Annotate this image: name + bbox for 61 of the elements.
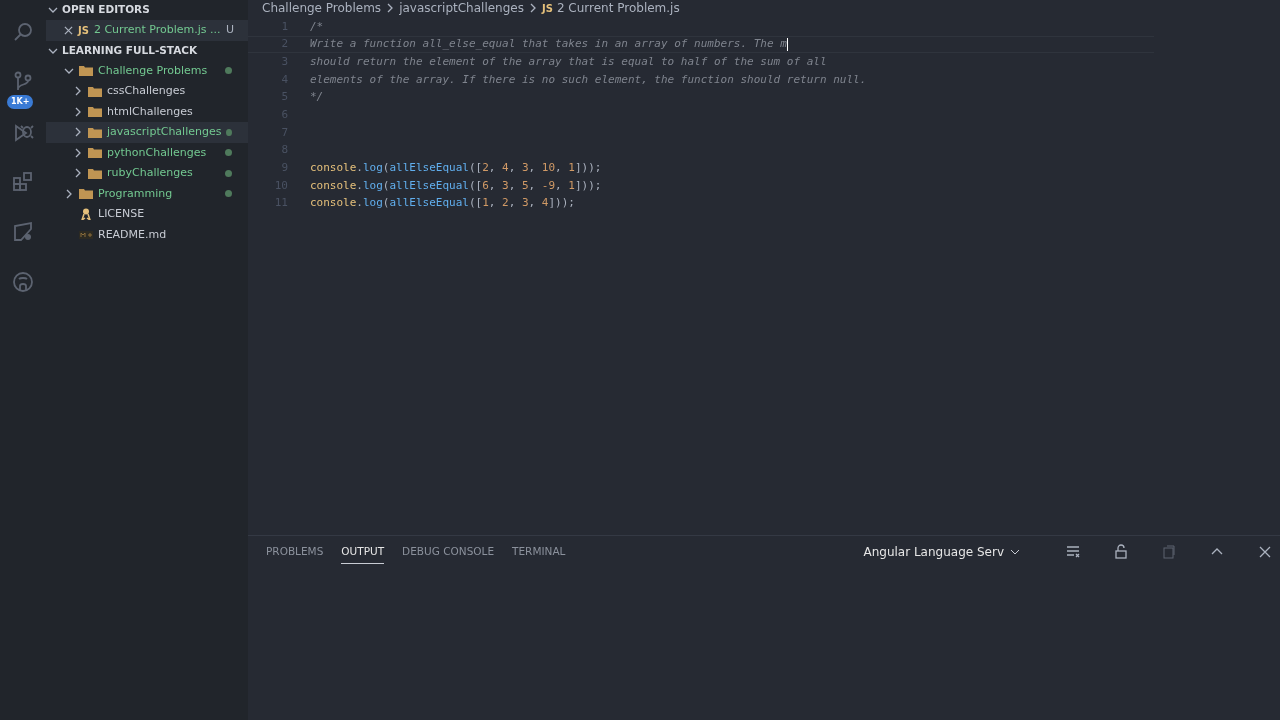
modified-dot	[225, 169, 232, 177]
panel-tab[interactable]: TERMINAL	[512, 539, 566, 565]
file-name[interactable]: 2 Current Problem.js ...	[93, 22, 221, 39]
lock-icon[interactable]	[1113, 544, 1129, 560]
chevron-right-icon[interactable]	[73, 147, 83, 158]
github-icon[interactable]	[11, 270, 35, 294]
ribbon-icon	[79, 208, 93, 221]
text-cursor	[786, 38, 788, 52]
chevron-right-icon[interactable]	[73, 106, 83, 117]
folder-icon	[88, 126, 102, 138]
folder-icon	[79, 188, 93, 200]
git-status: U	[225, 22, 234, 38]
breadcrumb[interactable]: 2 Current Problem.js	[556, 0, 680, 17]
channel-dropdown[interactable]: Angular Language Serv	[857, 542, 1026, 562]
modified-dot	[225, 67, 232, 75]
markdown-icon	[79, 228, 93, 241]
section-title[interactable]: OPEN EDITORS	[62, 2, 150, 18]
folder-name[interactable]: Challenge Problems	[98, 62, 208, 79]
close-icon[interactable]	[1257, 544, 1273, 560]
folder-name[interactable]: htmlChallenges	[107, 103, 193, 120]
panel-tab[interactable]: DEBUG CONSOLE	[402, 539, 495, 565]
code-line: console.log(allElseEqual([1, 2, 3, 4]));	[310, 195, 575, 212]
code-line: elements of the array. If there is no such element, the function should return null.	[310, 71, 867, 88]
chevron-right-icon[interactable]	[73, 127, 83, 138]
chevron-right-icon[interactable]	[73, 86, 83, 97]
code-line: /*	[310, 18, 324, 35]
folder-name[interactable]: rubyChallenges	[107, 165, 193, 182]
folder-name[interactable]: pythonChallenges	[107, 144, 207, 161]
count-badge: 1K+	[7, 95, 34, 109]
code-line: should return the element of the array that is equal to half of the sum of all	[310, 53, 827, 70]
breadcrumb[interactable]: Challenge Problems	[262, 0, 382, 17]
chevron-down-icon[interactable]	[48, 5, 58, 15]
folder-icon	[88, 147, 102, 159]
caret-icon	[1010, 547, 1020, 557]
folder-icon	[88, 106, 102, 118]
chevron-right-icon[interactable]	[64, 188, 74, 199]
code-line: console.log(allElseEqual([6, 3, 5, -9, 1]));	[310, 177, 602, 194]
file-name[interactable]: README.md	[98, 226, 167, 243]
extensions-icon[interactable]	[11, 170, 35, 194]
folder-icon	[88, 167, 102, 179]
folder-name[interactable]: Programming	[98, 185, 173, 202]
section-title[interactable]: LEARNING FULL-STACK	[62, 42, 198, 59]
panel-tab[interactable]: PROBLEMS	[266, 539, 324, 565]
modified-dot	[225, 190, 232, 198]
js-file-icon: JS	[541, 0, 553, 16]
code-line: console.log(allElseEqual([2, 4, 3, 10, 1]));	[310, 160, 602, 177]
panel-tab[interactable]: OUTPUT	[341, 539, 385, 565]
code-line: */	[310, 89, 324, 106]
breadcrumb[interactable]: javascriptChallenges	[399, 0, 524, 17]
folder-icon	[79, 65, 93, 77]
modified-dot	[226, 128, 232, 136]
chevron-right-icon[interactable]	[73, 168, 83, 179]
code-line: Write a function all_else_equal that takes in an array of numbers. The m	[310, 36, 787, 53]
folder-icon	[88, 85, 102, 97]
js-file-icon: JS	[78, 22, 89, 38]
close-icon[interactable]	[64, 25, 73, 35]
modified-dot	[225, 149, 232, 157]
remote-icon[interactable]	[11, 220, 35, 244]
folder-name[interactable]: cssChallenges	[107, 83, 186, 100]
clear-output-icon[interactable]	[1065, 544, 1081, 560]
file-name[interactable]: LICENSE	[98, 206, 145, 223]
